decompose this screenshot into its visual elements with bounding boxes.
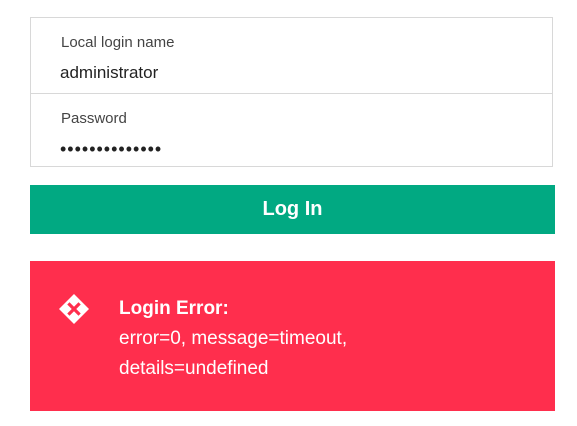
error-x-diamond-icon — [59, 294, 89, 324]
username-field[interactable]: Local login name — [31, 18, 552, 93]
password-input[interactable] — [60, 136, 520, 162]
username-input[interactable] — [60, 60, 520, 86]
password-label: Password — [61, 110, 127, 127]
password-field[interactable]: Password — [31, 93, 552, 168]
login-form: Local login name Password — [30, 17, 553, 167]
username-label: Local login name — [61, 34, 175, 51]
login-error-banner: Login Error: error=0, message=timeout, d… — [30, 261, 555, 411]
login-button[interactable]: Log In — [30, 185, 555, 234]
error-text: Login Error: error=0, message=timeout, d… — [119, 294, 539, 384]
error-message-line-2: details=undefined — [119, 358, 269, 379]
error-title: Login Error: — [119, 298, 229, 319]
error-message-line-1: error=0, message=timeout, — [119, 328, 348, 349]
